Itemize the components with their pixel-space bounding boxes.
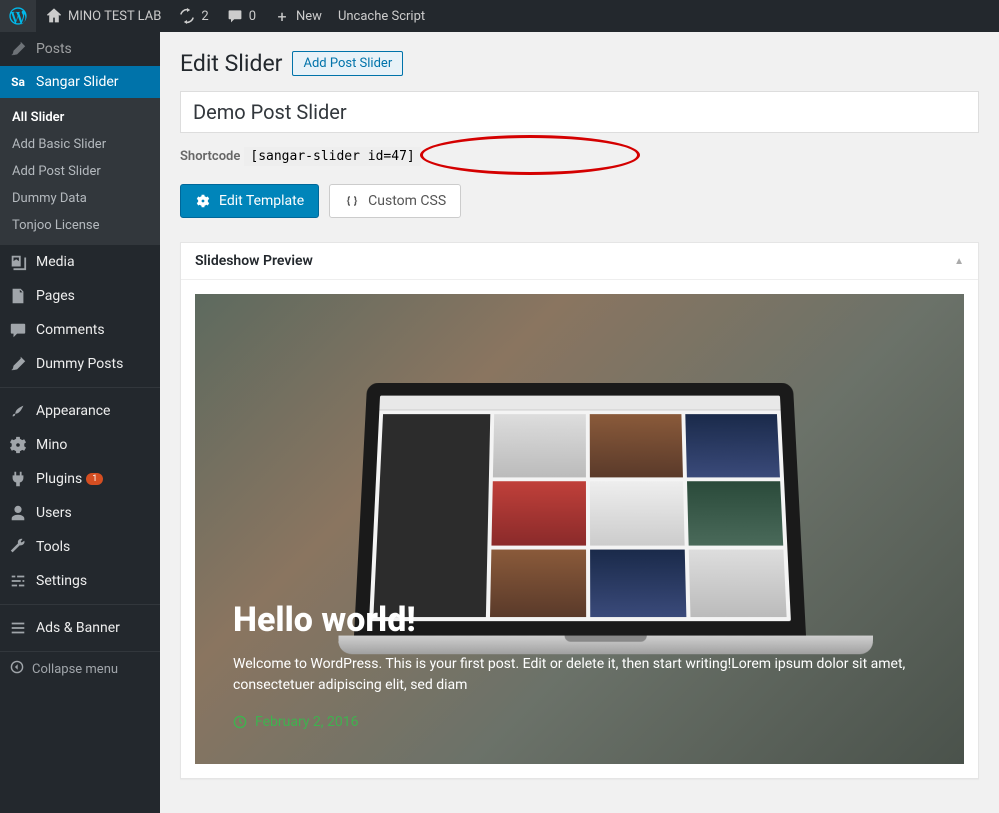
menu-sangar-slider[interactable]: Sa Sangar Slider <box>0 66 160 98</box>
pin-icon <box>8 40 28 58</box>
submenu-add-post[interactable]: Add Post Slider <box>0 158 160 185</box>
menu-dummy-posts[interactable]: Dummy Posts <box>0 347 160 381</box>
menu-label: Users <box>36 505 72 521</box>
list-icon <box>8 619 28 637</box>
slide-description: Welcome to WordPress. This is your first… <box>233 654 926 696</box>
preview-panel: Slideshow Preview ▲ <box>180 242 979 779</box>
menu-settings[interactable]: Settings <box>0 564 160 598</box>
collapse-label: Collapse menu <box>32 662 118 677</box>
wrench-icon <box>8 538 28 556</box>
uncache-link[interactable]: Uncache Script <box>330 0 433 32</box>
preview-panel-header[interactable]: Slideshow Preview ▲ <box>181 243 978 280</box>
shortcode-label: Shortcode <box>180 149 240 164</box>
content-area: Edit Slider Add Post Slider Shortcode [s… <box>160 32 999 799</box>
menu-media[interactable]: Media <box>0 245 160 279</box>
menu-label: Sangar Slider <box>36 74 119 90</box>
site-link[interactable]: MINO TEST LAB <box>36 0 169 32</box>
uncache-label: Uncache Script <box>338 9 425 24</box>
slide-preview: Hello world! Welcome to WordPress. This … <box>195 294 964 764</box>
gear-icon <box>195 193 211 209</box>
slide-text: Hello world! Welcome to WordPress. This … <box>233 600 926 730</box>
menu-posts[interactable]: Posts <box>0 32 160 66</box>
media-icon <box>8 253 28 271</box>
plugin-icon <box>8 470 28 488</box>
shortcode-row: Shortcode [sangar-slider id=47] <box>180 147 979 166</box>
comments-link[interactable]: 0 <box>217 0 264 32</box>
menu-label: Pages <box>36 288 75 304</box>
submenu-all-slider[interactable]: All Slider <box>0 104 160 131</box>
collapse-menu[interactable]: Collapse menu <box>0 651 160 686</box>
site-name-label: MINO TEST LAB <box>68 9 161 24</box>
wordpress-icon <box>8 6 28 26</box>
menu-appearance[interactable]: Appearance <box>0 394 160 428</box>
menu-users[interactable]: Users <box>0 496 160 530</box>
menu-mino[interactable]: Mino <box>0 428 160 462</box>
plus-icon: + <box>272 6 292 26</box>
collapse-icon <box>10 660 24 678</box>
button-label: Custom CSS <box>368 193 446 209</box>
menu-tools[interactable]: Tools <box>0 530 160 564</box>
menu-label: Mino <box>36 437 67 453</box>
menu-label: Posts <box>36 41 72 57</box>
wp-logo[interactable] <box>0 0 36 32</box>
menu-comments[interactable]: Comments <box>0 313 160 347</box>
comments-count: 0 <box>249 9 256 24</box>
button-row: Edit Template Custom CSS <box>180 184 979 218</box>
brush-icon <box>8 402 28 420</box>
menu-plugins[interactable]: Plugins 1 <box>0 462 160 496</box>
user-icon <box>8 504 28 522</box>
menu-pages[interactable]: Pages <box>0 279 160 313</box>
comment-icon <box>8 321 28 339</box>
preview-heading: Slideshow Preview <box>195 253 313 269</box>
sangar-submenu: All Slider Add Basic Slider Add Post Sli… <box>0 98 160 245</box>
menu-label: Settings <box>36 573 87 589</box>
submenu-tonjoo-license[interactable]: Tonjoo License <box>0 212 160 239</box>
menu-label: Tools <box>36 539 70 555</box>
page-title: Edit Slider <box>180 50 282 77</box>
sangar-icon: Sa <box>8 75 28 89</box>
chevron-up-icon[interactable]: ▲ <box>954 256 964 267</box>
updates-link[interactable]: 2 <box>169 0 216 32</box>
slide-date-label: February 2, 2016 <box>255 714 359 730</box>
menu-separator <box>0 387 160 388</box>
sliders-icon <box>8 572 28 590</box>
annotation-oval <box>420 135 640 175</box>
slide-date: February 2, 2016 <box>233 714 926 730</box>
admin-sidebar: Posts Sa Sangar Slider All Slider Add Ba… <box>0 32 160 813</box>
menu-label: Appearance <box>36 403 110 419</box>
slide-title: Hello world! <box>233 600 926 640</box>
new-label: New <box>296 9 322 24</box>
edit-template-button[interactable]: Edit Template <box>180 184 319 218</box>
code-icon <box>344 193 360 209</box>
submenu-add-basic[interactable]: Add Basic Slider <box>0 131 160 158</box>
menu-label: Plugins <box>36 471 82 487</box>
slider-title-input[interactable] <box>180 91 979 133</box>
shortcode-value[interactable]: [sangar-slider id=47] <box>244 147 420 166</box>
button-label: Edit Template <box>219 193 304 209</box>
comment-icon <box>225 6 245 26</box>
pin-icon <box>8 355 28 373</box>
menu-label: Ads & Banner <box>36 620 120 636</box>
home-icon <box>44 6 64 26</box>
page-header: Edit Slider Add Post Slider <box>180 50 979 77</box>
preview-body: Hello world! Welcome to WordPress. This … <box>181 280 978 778</box>
updates-count: 2 <box>201 9 208 24</box>
plugins-badge: 1 <box>86 473 103 485</box>
menu-label: Media <box>36 254 75 270</box>
menu-separator <box>0 604 160 605</box>
menu-ads-banner[interactable]: Ads & Banner <box>0 611 160 645</box>
add-post-slider-button[interactable]: Add Post Slider <box>292 51 403 76</box>
clock-icon <box>233 715 247 729</box>
page-icon <box>8 287 28 305</box>
menu-label: Comments <box>36 322 105 338</box>
admin-toolbar: MINO TEST LAB 2 0 + New Uncache Script <box>0 0 999 32</box>
update-icon <box>177 6 197 26</box>
custom-css-button[interactable]: Custom CSS <box>329 184 461 218</box>
menu-label: Dummy Posts <box>36 356 123 372</box>
gear-icon <box>8 436 28 454</box>
new-link[interactable]: + New <box>264 0 330 32</box>
submenu-dummy-data[interactable]: Dummy Data <box>0 185 160 212</box>
